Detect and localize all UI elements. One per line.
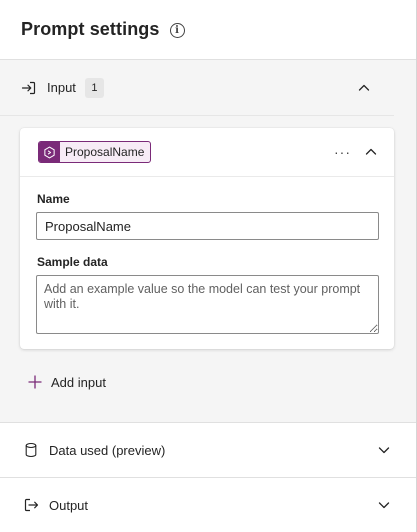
name-field[interactable] (36, 212, 379, 240)
info-icon[interactable]: i (169, 23, 185, 38)
database-icon (23, 442, 39, 458)
data-used-section-header[interactable]: Data used (preview) (0, 422, 416, 477)
input-count-badge: 1 (84, 77, 104, 98)
output-label: Output (49, 497, 89, 513)
input-variable-tag-label: ProposalName (65, 145, 145, 159)
add-input-label: Add input (51, 374, 106, 390)
output-section-header[interactable]: Output (0, 477, 416, 532)
input-variable-tag[interactable]: ProposalName (38, 141, 152, 163)
name-field-label: Name (37, 192, 70, 206)
chevron-down-icon[interactable] (378, 444, 390, 456)
input-section: Input 1 (0, 60, 416, 116)
chevron-down-icon[interactable] (378, 499, 390, 511)
input-section-header[interactable]: Input 1 (0, 60, 394, 116)
input-card-header: ProposalName ··· (20, 128, 394, 177)
add-input-button[interactable]: Add input (28, 372, 106, 392)
panel-title: Prompt settings (21, 19, 160, 39)
prompt-settings-panel: Prompt settings i Input 1 ProposalName ·… (0, 0, 417, 532)
more-options-icon[interactable]: ··· (334, 144, 351, 160)
sign-in-icon (21, 80, 37, 96)
panel-header: Prompt settings i (0, 0, 416, 60)
input-section-label: Input (47, 80, 76, 95)
plus-icon (28, 375, 42, 389)
chevron-up-icon[interactable] (365, 146, 377, 158)
input-card: ProposalName ··· Name Sample data (20, 128, 394, 349)
chevron-up-icon[interactable] (358, 82, 370, 94)
sign-out-icon (23, 497, 39, 513)
variable-hexagon-icon (39, 142, 60, 162)
sample-data-textarea[interactable] (36, 275, 379, 334)
data-used-label: Data used (preview) (49, 442, 166, 458)
sample-data-label: Sample data (37, 255, 108, 269)
